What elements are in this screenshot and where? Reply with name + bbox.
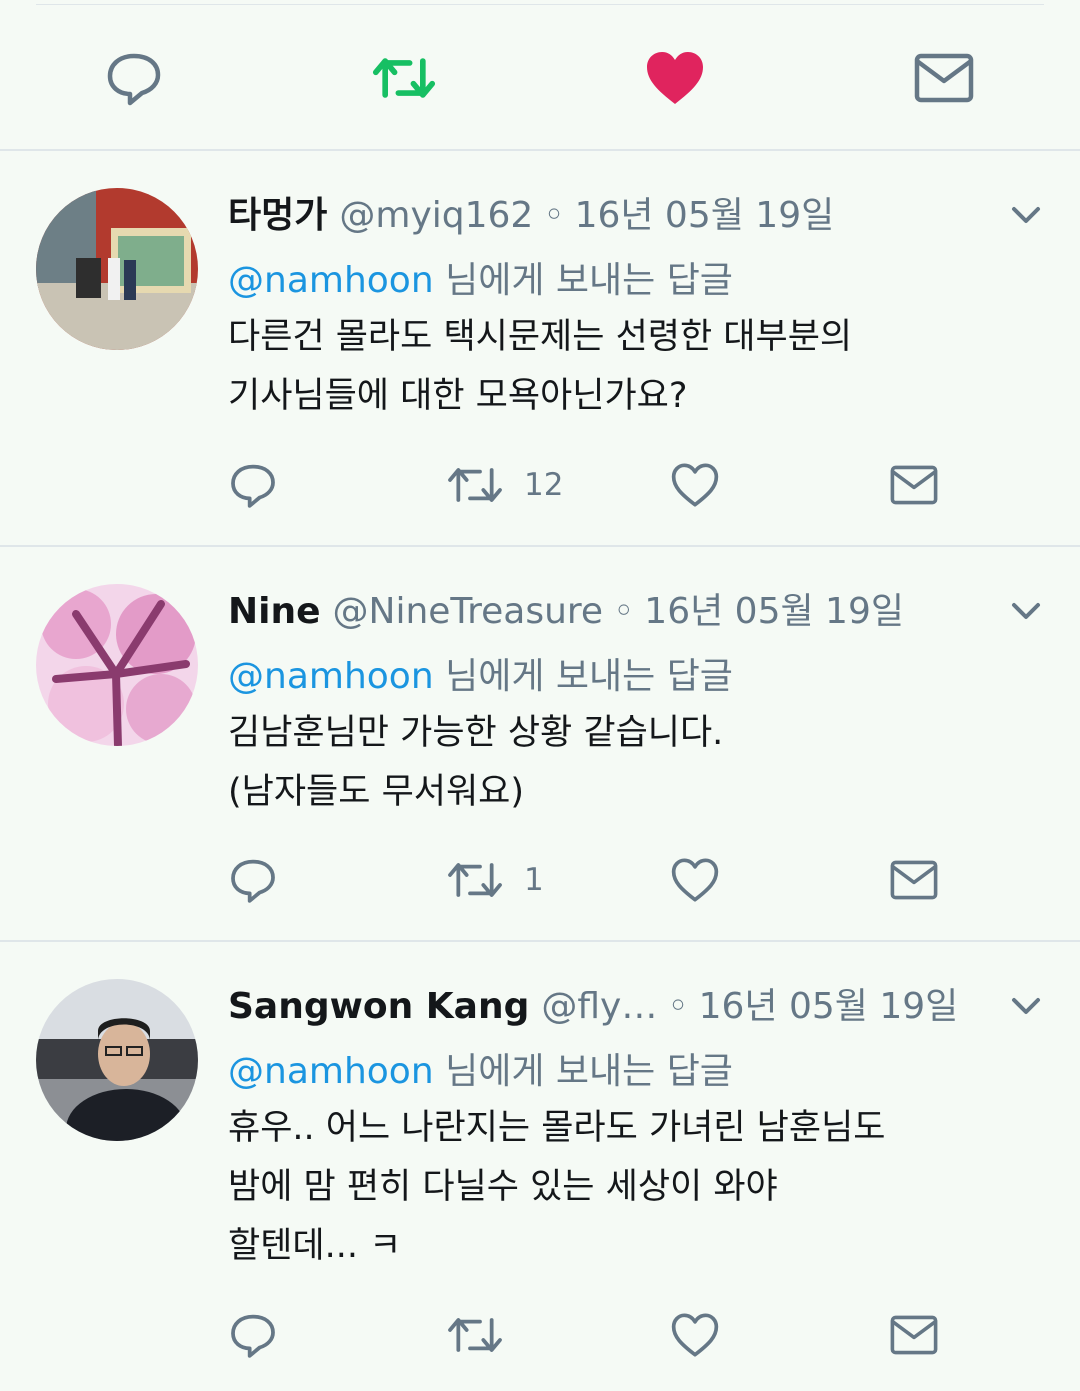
reply-context: @namhoon 님에게 보내는 답글 bbox=[228, 1042, 733, 1094]
retweet-button[interactable]: 1 bbox=[446, 850, 544, 910]
tweet-item[interactable]: 타멍가 @myiq162 ◦ 16년 05월 19일 @namhoon 님에게 … bbox=[0, 151, 1080, 545]
tweet-text-line: 기사님들에 대한 모욕아닌가요? bbox=[228, 376, 688, 416]
retweet-button[interactable] bbox=[446, 1305, 524, 1365]
avatar[interactable] bbox=[36, 979, 198, 1141]
separator: ◦ bbox=[543, 195, 565, 236]
reply-button[interactable] bbox=[228, 455, 278, 515]
chevron-down-icon bbox=[1012, 207, 1040, 223]
tweet-actions: 12 bbox=[228, 455, 1028, 515]
display-name[interactable]: 타멍가 bbox=[228, 186, 327, 236]
envelope-icon bbox=[890, 465, 938, 505]
more-options-button[interactable] bbox=[1008, 593, 1044, 629]
reply-button[interactable] bbox=[228, 1305, 278, 1365]
reply-context: @namhoon 님에게 보내는 답글 bbox=[228, 251, 733, 303]
tweet-text: 김남훈님만 가능한 상황 같습니다. (남자들도 무서워요) bbox=[228, 704, 1028, 822]
more-options-button[interactable] bbox=[1008, 197, 1044, 233]
retweet-count: 12 bbox=[524, 467, 564, 503]
envelope-icon bbox=[914, 53, 974, 103]
message-button[interactable] bbox=[890, 455, 938, 515]
tweet-actions: 1 bbox=[228, 850, 1028, 910]
retweet-icon bbox=[448, 863, 502, 897]
handle[interactable]: @fly… bbox=[541, 986, 657, 1027]
like-button[interactable] bbox=[643, 46, 707, 110]
reply-icon bbox=[231, 464, 275, 508]
tweet-header: Nine @NineTreasure ◦ 16년 05월 19일 bbox=[228, 582, 960, 632]
reply-context: @namhoon 님에게 보내는 답글 bbox=[228, 647, 733, 699]
timestamp[interactable]: 16년 05월 19일 bbox=[575, 186, 835, 236]
heart-outline-icon bbox=[671, 463, 719, 507]
reply-context-label: 님에게 보내는 답글 bbox=[433, 260, 733, 301]
envelope-icon bbox=[890, 860, 938, 900]
handle[interactable]: @NineTreasure bbox=[333, 591, 604, 632]
timestamp[interactable]: 16년 05월 19일 bbox=[699, 977, 959, 1027]
retweet-count: 1 bbox=[524, 862, 544, 898]
tweet-text-line: 다른건 몰라도 택시문제는 선령한 대부분의 bbox=[228, 317, 853, 357]
tweet-text-line: 할텐데... ㅋ bbox=[228, 1226, 402, 1266]
avatar[interactable] bbox=[36, 188, 198, 350]
reply-button[interactable] bbox=[228, 850, 278, 910]
message-button[interactable] bbox=[890, 1305, 938, 1365]
like-button[interactable] bbox=[670, 850, 720, 910]
mention-link[interactable]: @namhoon bbox=[228, 260, 434, 301]
reply-context-label: 님에게 보내는 답글 bbox=[433, 656, 733, 697]
avatar[interactable] bbox=[36, 584, 198, 746]
top-action-bar bbox=[0, 0, 1080, 150]
like-button[interactable] bbox=[670, 1305, 720, 1365]
retweet-button[interactable] bbox=[372, 46, 436, 110]
tweet-text-line: 밤에 맘 편히 다닐수 있는 세상이 와야 bbox=[228, 1167, 778, 1207]
heart-outline-icon bbox=[671, 858, 719, 902]
mention-link[interactable]: @namhoon bbox=[228, 1051, 434, 1092]
tweet-item[interactable]: Nine @NineTreasure ◦ 16년 05월 19일 @namhoo… bbox=[0, 547, 1080, 940]
reply-context-label: 님에게 보내는 답글 bbox=[433, 1051, 733, 1092]
mention-link[interactable]: @namhoon bbox=[228, 656, 434, 697]
display-name[interactable]: Sangwon Kang bbox=[228, 986, 529, 1027]
separator: ◦ bbox=[613, 591, 635, 632]
tweet-item[interactable]: Sangwon Kang @fly… ◦ 16년 05월 19일 @namhoo… bbox=[0, 942, 1080, 1391]
heart-icon bbox=[647, 52, 703, 104]
heart-outline-icon bbox=[671, 1313, 719, 1357]
tweet-text: 다른건 몰라도 택시문제는 선령한 대부분의 기사님들에 대한 모욕아닌가요? bbox=[228, 308, 1028, 426]
reply-icon bbox=[231, 1314, 275, 1358]
separator: ◦ bbox=[667, 986, 689, 1027]
tweet-actions bbox=[228, 1305, 1028, 1365]
display-name[interactable]: Nine bbox=[228, 591, 321, 632]
tweet-text: 휴우.. 어느 나란지는 몰라도 가녀린 남훈님도 밤에 맘 편히 다닐수 있는… bbox=[228, 1099, 1028, 1276]
more-options-button[interactable] bbox=[1008, 988, 1044, 1024]
retweet-icon bbox=[448, 468, 502, 502]
tweet-text-line: 김남훈님만 가능한 상황 같습니다. bbox=[228, 713, 724, 753]
reply-button[interactable] bbox=[102, 46, 166, 110]
reply-icon bbox=[107, 53, 161, 106]
message-button[interactable] bbox=[890, 850, 938, 910]
tweet-header: 타멍가 @myiq162 ◦ 16년 05월 19일 bbox=[228, 186, 960, 236]
message-button[interactable] bbox=[912, 46, 976, 110]
retweet-icon bbox=[372, 58, 436, 98]
like-button[interactable] bbox=[670, 455, 720, 515]
retweet-button[interactable]: 12 bbox=[446, 455, 563, 515]
tweet-header: Sangwon Kang @fly… ◦ 16년 05월 19일 bbox=[228, 977, 960, 1027]
chevron-down-icon bbox=[1012, 603, 1040, 619]
handle[interactable]: @myiq162 bbox=[339, 195, 533, 236]
retweet-icon bbox=[448, 1318, 502, 1352]
tweet-text-line: 휴우.. 어느 나란지는 몰라도 가녀린 남훈님도 bbox=[228, 1108, 886, 1148]
chevron-down-icon bbox=[1012, 998, 1040, 1014]
envelope-icon bbox=[890, 1315, 938, 1355]
reply-icon bbox=[231, 859, 275, 903]
timestamp[interactable]: 16년 05월 19일 bbox=[644, 582, 904, 632]
tweet-text-line: (남자들도 무서워요) bbox=[228, 772, 525, 812]
